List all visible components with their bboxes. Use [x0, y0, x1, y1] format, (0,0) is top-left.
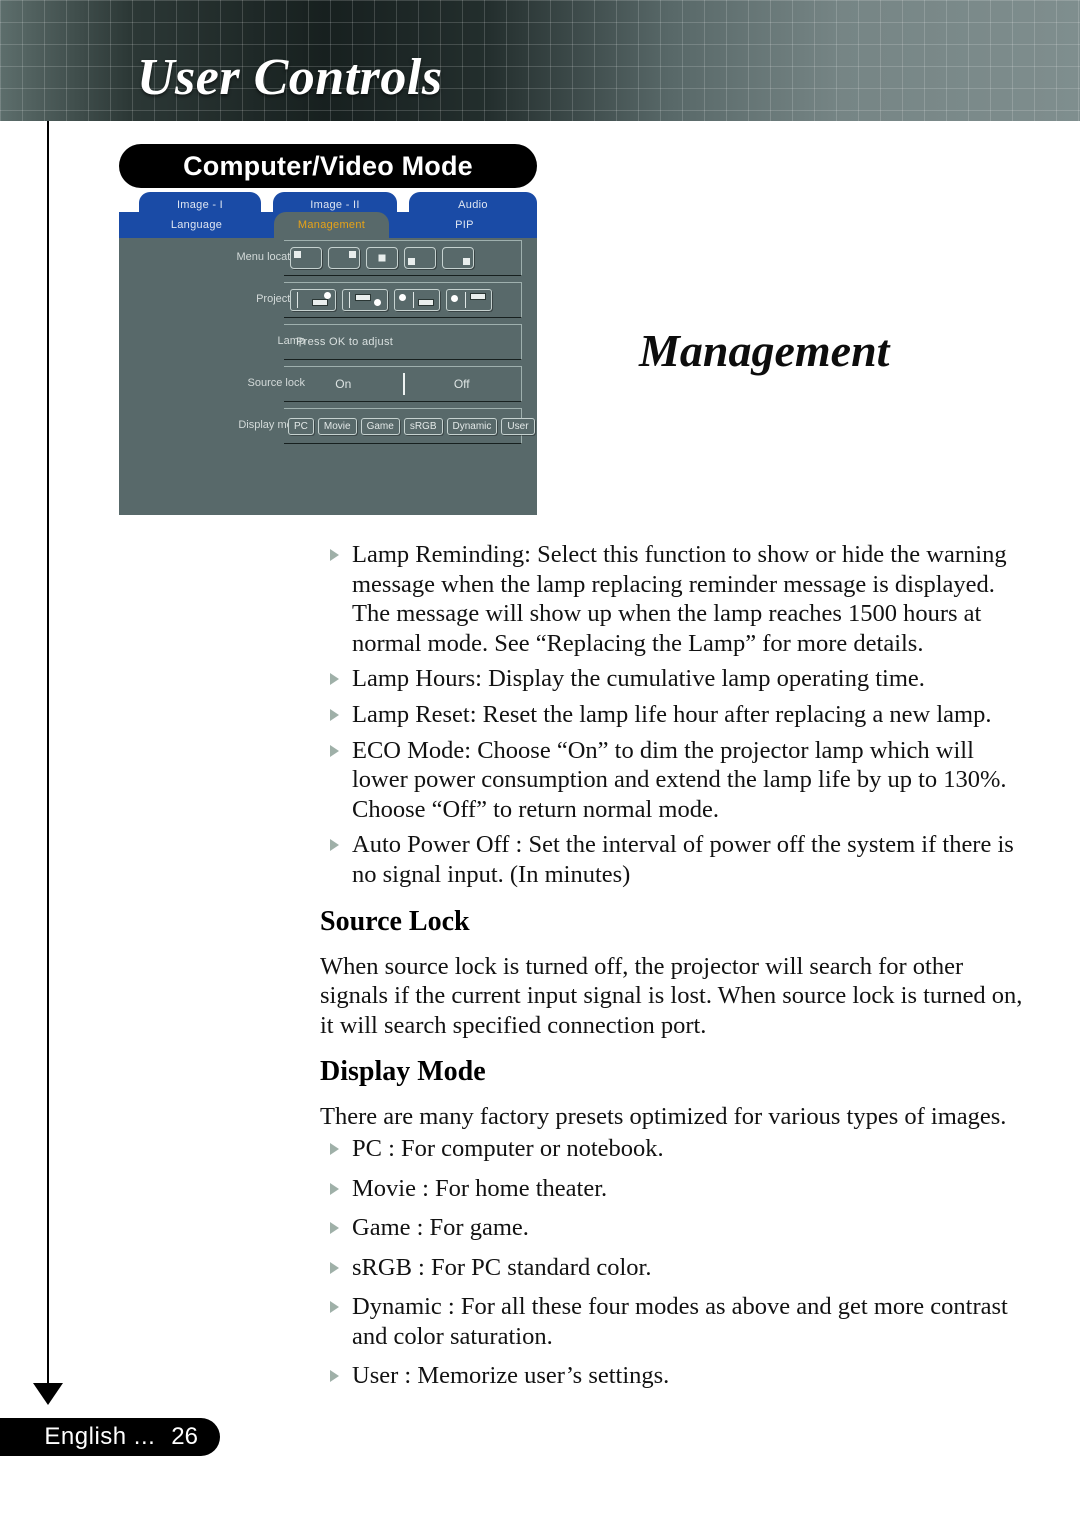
osd-row-projection: Projection: [119, 280, 537, 322]
tab-pip-label: PIP: [455, 219, 474, 231]
bullet-display-movie: Movie : For home theater.: [320, 1174, 1032, 1204]
projection-front-table-icon[interactable]: [290, 289, 336, 311]
section-heading-management: Management: [639, 325, 890, 376]
osd-row-lamp-field[interactable]: Press OK to adjust: [284, 324, 522, 360]
osd-row-source-lock-field: On Off: [284, 366, 522, 402]
down-arrow-icon: [33, 1383, 63, 1405]
heading-source-lock: Source Lock: [320, 905, 470, 937]
tab-image-2-label: Image - II: [310, 199, 360, 211]
menu-location-top-right-icon[interactable]: [328, 247, 360, 269]
display-mode-srgb-button[interactable]: sRGB: [403, 417, 443, 435]
osd-banner: Computer/Video Mode: [119, 144, 537, 188]
bullet-lamp-reset: Lamp Reset: Reset the lamp life hour aft…: [320, 700, 1032, 730]
heading-display-mode: Display Mode: [320, 1056, 486, 1088]
bullet-lamp-reminding: Lamp Reminding: Select this function to …: [320, 540, 1032, 658]
display-mode-pc-button[interactable]: PC: [288, 417, 314, 435]
tab-language[interactable]: Language: [124, 212, 269, 238]
body-content: Lamp Reminding: Select this function to …: [320, 540, 1032, 1401]
bullet-display-game: Game : For game.: [320, 1213, 1032, 1243]
tab-management[interactable]: Management: [274, 212, 389, 238]
bullet-display-pc: PC : For computer or notebook.: [320, 1134, 1032, 1164]
page-title: User Controls: [137, 49, 443, 106]
display-mode-game-button[interactable]: Game: [360, 417, 400, 435]
bullet-lamp-hours: Lamp Hours: Display the cumulative lamp …: [320, 664, 1032, 694]
display-mode-user-button[interactable]: User: [501, 417, 535, 435]
projection-rear-ceiling-icon[interactable]: [446, 289, 492, 311]
display-mode-dynamic-button[interactable]: Dynamic: [446, 417, 498, 435]
tab-pip[interactable]: PIP: [397, 212, 532, 238]
osd-settings-rows: Menu location Projection Lamp Press OK t…: [119, 238, 537, 448]
menu-location-center-icon[interactable]: [366, 247, 398, 269]
footer-language-label: English ...: [44, 1423, 156, 1450]
tab-management-label: Management: [297, 219, 366, 231]
footer-page-number: 26: [171, 1423, 198, 1450]
projection-front-ceiling-icon[interactable]: [394, 289, 440, 311]
projection-rear-table-icon[interactable]: [342, 289, 388, 311]
source-lock-divider: [402, 373, 405, 395]
osd-row-menu-location-field: [284, 240, 522, 276]
osd-row-lamp: Lamp Press OK to adjust: [119, 322, 537, 364]
osd-row-menu-location: Menu location: [119, 238, 537, 280]
tab-audio-label: Audio: [458, 199, 488, 211]
left-margin-rule: [47, 121, 49, 1387]
paragraph-display-mode: There are many factory presets optimized…: [320, 1103, 1007, 1131]
page-header-band: User Controls: [0, 0, 1080, 121]
tab-image-1-label: Image - I: [176, 199, 224, 211]
menu-location-top-left-icon[interactable]: [290, 247, 322, 269]
display-mode-list: PC : For computer or notebook. Movie : F…: [320, 1134, 1032, 1391]
bullet-auto-power-off: Auto Power Off : Set the interval of pow…: [320, 830, 1032, 889]
menu-location-bottom-right-icon[interactable]: [442, 247, 474, 269]
osd-row-lamp-value: Press OK to adjust: [296, 336, 394, 348]
bullet-display-user: User : Memorize user’s settings.: [320, 1361, 1032, 1391]
bullet-display-srgb: sRGB : For PC standard color.: [320, 1253, 1032, 1283]
source-lock-on-option[interactable]: On: [284, 377, 403, 391]
bullet-eco-mode: ECO Mode: Choose “On” to dim the project…: [320, 736, 1032, 825]
osd-banner-label: Computer/Video Mode: [183, 150, 473, 181]
tab-language-label: Language: [170, 219, 223, 231]
source-lock-off-option[interactable]: Off: [403, 377, 522, 391]
osd-row-display-mode-field: PC Movie Game sRGB Dynamic User: [284, 408, 535, 444]
footer-page-pill: English ... 26: [0, 1418, 220, 1456]
display-mode-movie-button[interactable]: Movie: [317, 417, 357, 435]
osd-row-projection-field: [284, 282, 522, 318]
osd-row-display-mode: Display mode PC Movie Game sRGB Dynamic …: [119, 406, 537, 448]
manual-page: User Controls English ... 26 Computer/Vi…: [0, 0, 1080, 1529]
paragraph-source-lock: When source lock is turned off, the proj…: [320, 952, 1023, 1039]
osd-row-source-lock: Source lock On Off: [119, 364, 537, 406]
osd-menu-screenshot: Image - I Image - II Audio Language Mana…: [119, 192, 537, 515]
menu-location-bottom-left-icon[interactable]: [404, 247, 436, 269]
bullet-display-dynamic: Dynamic : For all these four modes as ab…: [320, 1292, 1032, 1351]
